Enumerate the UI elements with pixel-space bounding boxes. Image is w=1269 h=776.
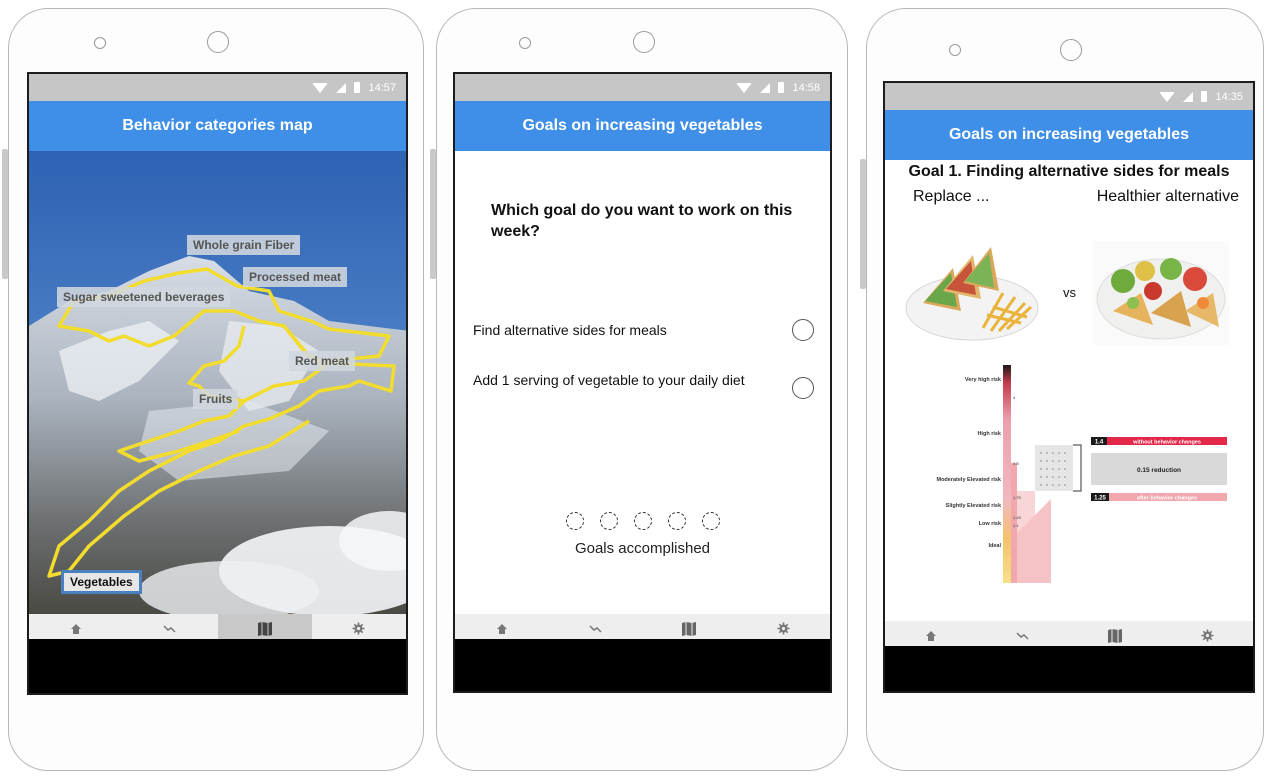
mountain-map-image xyxy=(29,151,406,614)
side-button xyxy=(2,149,8,279)
status-time: 14:57 xyxy=(368,81,396,94)
goal-option-label: Find alternative sides for meals xyxy=(473,322,667,338)
goal-progress-dot xyxy=(565,512,584,530)
after-label: after behavior changes xyxy=(1137,496,1197,502)
map-label-fruits[interactable]: Fruits xyxy=(193,389,239,409)
signal-icon xyxy=(336,82,347,93)
map-label-sugar-beverages[interactable]: Sugar sweetened beverages xyxy=(57,287,231,307)
goal-progress-dot xyxy=(633,512,652,530)
map-label-processed-meat[interactable]: Processed meat xyxy=(243,267,348,287)
risk-level-moderate: Moderately Elevated risk xyxy=(936,477,1001,483)
trend-icon xyxy=(589,624,602,633)
goal-question: Which goal do you want to work on this w… xyxy=(491,202,793,240)
gear-icon xyxy=(777,622,790,635)
status-time: 14:58 xyxy=(792,81,820,94)
signal-icon xyxy=(760,82,771,93)
front-camera xyxy=(1060,39,1082,61)
without-label: without behavior changes xyxy=(1132,440,1201,446)
without-value: 1.4 xyxy=(1095,440,1104,446)
vs-label: vs xyxy=(1063,285,1076,300)
screen-3: 14:35 Goals on increasing vegetables Goa… xyxy=(883,81,1255,693)
risk-level-high: High risk xyxy=(977,431,1001,437)
status-bar: 14:57 xyxy=(29,74,406,101)
goal-progress-dot xyxy=(599,512,618,530)
risk-level-low: Low risk xyxy=(979,521,1002,527)
app-bar-title: Goals on increasing vegetables xyxy=(948,126,1190,143)
system-nav-bar xyxy=(885,646,1253,691)
phone-3: 14:35 Goals on increasing vegetables Goa… xyxy=(860,8,1264,771)
behavior-map[interactable]: Whole grain Fiber Processed meat Sugar s… xyxy=(29,151,406,614)
risk-tick: 2.5 xyxy=(1013,461,1019,466)
goal-option-1[interactable]: Find alternative sides for meals xyxy=(473,319,818,341)
goals-accomplished-label: Goals accomplished xyxy=(574,540,711,557)
replace-label: Replace ... xyxy=(913,188,990,205)
trend-icon xyxy=(163,624,176,633)
screen-2: 14:58 Goals on increasing vegetables Whi… xyxy=(453,72,832,693)
goal-option-2[interactable]: Add 1 serving of vegetable to your daily… xyxy=(473,372,818,399)
system-nav-bar xyxy=(29,639,406,693)
goal-progress-dot xyxy=(667,512,686,530)
app-bar-title: Goals on increasing vegetables xyxy=(522,117,763,134)
home-icon xyxy=(496,623,507,634)
map-icon xyxy=(1108,628,1122,643)
risk-chart: Very high risk High risk Moderately Elev… xyxy=(936,365,1227,583)
goal-progress-dot xyxy=(701,512,720,530)
home-icon xyxy=(926,630,936,641)
map-icon xyxy=(682,621,697,636)
gear-icon xyxy=(352,622,365,635)
trend-icon xyxy=(1016,631,1029,640)
side-button xyxy=(430,149,436,279)
battery-icon xyxy=(1201,91,1208,102)
side-button xyxy=(860,159,866,289)
sensor-dot xyxy=(519,37,531,49)
status-time: 14:35 xyxy=(1215,90,1243,103)
healthier-plate-image xyxy=(1093,241,1229,345)
risk-tick: 4 xyxy=(1013,395,1016,400)
signal-icon xyxy=(1183,91,1194,102)
wifi-icon xyxy=(1159,91,1176,102)
map-label-vegetables[interactable]: Vegetables xyxy=(61,570,142,594)
goal-option-radio[interactable] xyxy=(792,319,814,341)
wifi-icon xyxy=(312,82,329,93)
risk-tick: 1.1 xyxy=(1013,523,1019,528)
app-bar: Goals on increasing vegetables xyxy=(885,110,1253,160)
goal-title: Goal 1. Finding alternative sides for me… xyxy=(908,163,1230,180)
risk-tick: 1.75 xyxy=(1013,495,1022,500)
map-label-whole-grain[interactable]: Whole grain Fiber xyxy=(187,235,301,255)
screen-1: 14:57 Behavior categories map Whole grai… xyxy=(27,72,408,695)
goal-option-radio[interactable] xyxy=(792,377,814,399)
goal-progress-dots xyxy=(455,512,830,530)
front-camera xyxy=(207,31,229,53)
front-camera xyxy=(633,31,655,53)
wifi-icon xyxy=(736,82,753,93)
goal-option-label: Add 1 serving of vegetable to your daily… xyxy=(473,372,745,388)
risk-level-ideal: Ideal xyxy=(988,543,1001,549)
risk-tick: 1.25 xyxy=(1013,515,1022,520)
phone-1: 14:57 Behavior categories map Whole grai… xyxy=(2,8,424,771)
home-icon xyxy=(71,623,82,634)
app-bar-title: Behavior categories map xyxy=(122,117,313,134)
after-value: 1.25 xyxy=(1094,496,1106,502)
gear-icon xyxy=(1201,629,1213,642)
sensor-dot xyxy=(949,44,961,56)
sandwich-fries-image xyxy=(905,247,1039,341)
status-bar: 14:58 xyxy=(455,74,830,101)
app-bar: Behavior categories map xyxy=(29,101,406,151)
battery-icon xyxy=(354,82,361,93)
reduction-label: 0.15 reduction xyxy=(1137,467,1181,474)
alternative-label: Healthier alternative xyxy=(1096,188,1239,205)
system-nav-bar xyxy=(455,639,830,691)
risk-level-slight: Slightly Elevated risk xyxy=(946,503,1002,509)
battery-icon xyxy=(778,82,785,93)
map-label-red-meat[interactable]: Red meat xyxy=(289,351,356,371)
app-bar: Goals on increasing vegetables xyxy=(455,101,830,151)
phone-2: 14:58 Goals on increasing vegetables Whi… xyxy=(430,8,848,771)
status-bar: 14:35 xyxy=(885,83,1253,110)
risk-level-very-high: Very high risk xyxy=(965,377,1002,383)
sensor-dot xyxy=(94,37,106,49)
map-icon xyxy=(257,621,272,636)
